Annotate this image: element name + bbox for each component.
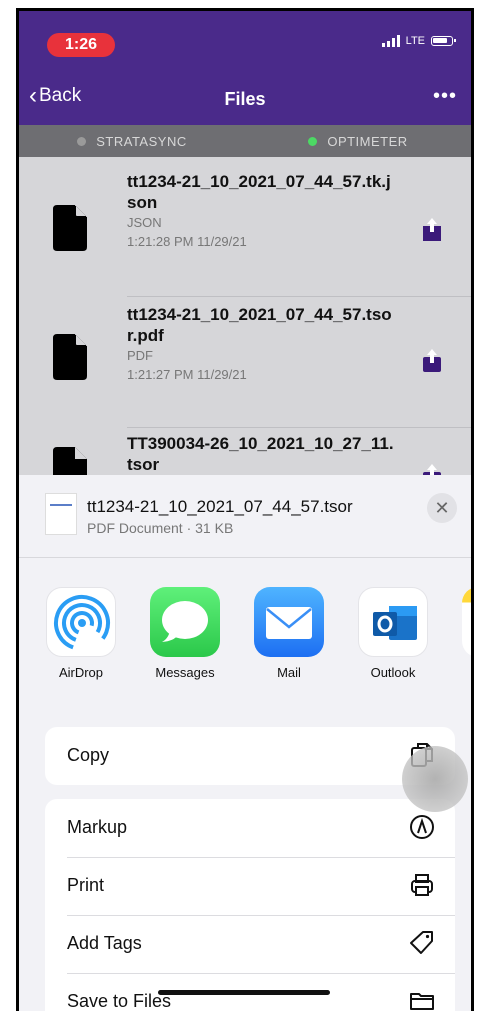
notes-icon [462,587,471,657]
print-action[interactable]: Print [45,857,455,915]
battery-icon [431,36,456,46]
tab-stratasync[interactable]: STRATASYNC [19,125,245,157]
status-dot-icon [308,136,318,146]
app-label: Messages [155,665,215,680]
signal-icon [381,35,400,47]
action-label: Add Tags [67,933,142,953]
file-time: 1:21:28 PM 11/29/21 [127,234,247,249]
more-button[interactable]: ••• [433,85,457,108]
share-sheet: tt1234-21_10_2021_07_44_57.tsor PDF Docu… [19,475,471,1011]
touch-indicator [402,746,468,812]
document-thumbnail [45,493,77,535]
file-name: tt1234-21_10_2021_07_44_57.tk.json [127,172,391,212]
share-app-notes[interactable]: N [455,587,471,680]
share-file-title: tt1234-21_10_2021_07_44_57.tsor [87,497,353,516]
share-app-outlook[interactable]: Outlook [351,587,435,680]
file-row[interactable]: tt1234-21_10_2021_07_44_57.tsor.pdf PDF … [19,304,471,424]
app-label: Mail [277,665,301,680]
status-indicators: LTE [381,35,456,47]
tab-label: OPTIMETER [327,133,408,149]
tab-label: STRATASYNC [96,133,187,149]
file-name: tt1234-21_10_2021_07_44_57.tsor.pdf [127,305,392,345]
phone-frame: 1:26 LTE ‹ Back Files ••• STRATASYNC OPT… [16,8,474,1011]
add-tags-action[interactable]: Add Tags [45,915,455,973]
status-time: 1:26 [47,33,115,57]
close-button[interactable]: ✕ [427,493,457,523]
app-label: AirDrop [58,665,104,680]
home-indicator[interactable] [158,990,330,995]
share-icon[interactable] [421,348,443,372]
share-app-messages[interactable]: Messages [143,587,227,680]
file-time: 1:21:27 PM 11/29/21 [127,367,247,382]
print-icon [411,874,433,896]
share-file-subtitle: PDF Document · 31 KB [87,520,234,536]
document-icon [53,334,87,380]
file-name: TT390034-26_10_2021_10_27_11.tsor [127,434,394,474]
tag-icon [410,931,433,954]
source-tabs: STRATASYNC OPTIMETER [19,125,471,157]
file-row[interactable]: tt1234-21_10_2021_07_44_57.tk.json JSON … [19,171,471,293]
file-type: PDF [127,348,153,363]
status-dot-icon [77,136,87,146]
page-title: Files [224,89,266,109]
divider [127,296,471,297]
mail-icon [254,587,324,657]
share-app-row: AirDrop Messages Mail Outlook [19,587,471,687]
divider [19,557,471,558]
copy-action[interactable]: Copy [45,727,455,785]
markup-icon [410,815,434,839]
share-app-airdrop[interactable]: AirDrop [39,587,123,680]
action-group: Copy [45,727,455,785]
share-app-mail[interactable]: Mail [247,587,331,680]
share-icon[interactable] [421,217,443,241]
action-group: Markup Print Add Tags Save to Files [45,799,455,1011]
action-label: Copy [67,745,110,765]
app-header: 1:26 LTE ‹ Back Files ••• [19,11,471,125]
airdrop-icon [46,587,116,657]
outlook-icon [358,587,428,657]
document-icon [53,205,87,251]
tab-optimeter[interactable]: OPTIMETER [245,125,471,157]
file-type: JSON [127,215,162,230]
action-label: Save to Files [67,991,172,1011]
app-label: N [455,665,471,680]
network-label: LTE [405,35,425,47]
action-label: Print [67,875,105,895]
messages-icon [150,587,220,657]
action-label: Markup [67,817,128,837]
share-sheet-header: tt1234-21_10_2021_07_44_57.tsor PDF Docu… [19,475,471,557]
divider [127,427,471,428]
markup-action[interactable]: Markup [45,799,455,857]
app-label: Outlook [370,665,416,680]
folder-icon [410,993,434,1010]
